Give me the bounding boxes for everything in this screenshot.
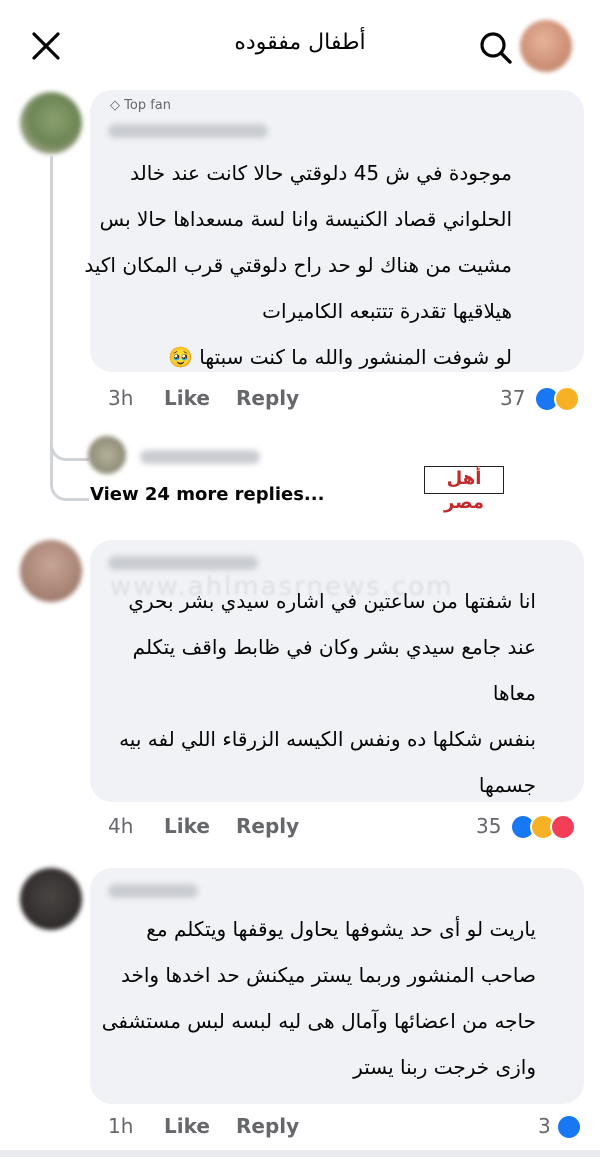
- love-reaction-icon: [550, 814, 576, 840]
- like-button[interactable]: Like: [164, 386, 210, 410]
- comment-time: 1h: [108, 1114, 134, 1138]
- commenter-name[interactable]: [108, 884, 198, 898]
- reaction-count[interactable]: 37: [500, 386, 525, 410]
- like-reaction-icon: [556, 1114, 582, 1140]
- diamond-icon: ◇: [110, 98, 125, 113]
- bottom-divider: [0, 1150, 600, 1157]
- watermark-logo: أهل مصر: [424, 466, 504, 513]
- reply-button[interactable]: Reply: [236, 814, 299, 838]
- comment-time: 4h: [108, 814, 134, 838]
- commenter-name[interactable]: [108, 556, 258, 570]
- reply-preview-name: [140, 450, 260, 464]
- reply-button[interactable]: Reply: [236, 386, 299, 410]
- comment-time: 3h: [108, 386, 134, 410]
- avatar[interactable]: [20, 540, 82, 602]
- thread-line: [50, 156, 53, 456]
- like-button[interactable]: Like: [164, 1114, 210, 1138]
- reply-avatar[interactable]: [88, 436, 126, 474]
- comment-text: انا شفتها من ساعتين في اشاره سيدي بشر بح…: [119, 589, 536, 797]
- avatar[interactable]: [20, 868, 82, 930]
- sad-reaction-icon: [554, 386, 580, 412]
- thread-branch: [50, 456, 89, 501]
- view-more-replies-link[interactable]: View 24 more replies...: [90, 484, 324, 505]
- comment-text: موجودة في ش 45 دلوقتي حالا كانت عند خالد…: [84, 161, 512, 369]
- comment-text: ياريت لو أى حد يشوفها يحاول يوقفها ويتكل…: [101, 917, 536, 1079]
- reply-button[interactable]: Reply: [236, 1114, 299, 1138]
- search-icon[interactable]: [476, 28, 516, 68]
- reaction-count[interactable]: 3: [538, 1114, 551, 1138]
- reaction-count[interactable]: 35: [476, 814, 501, 838]
- top-fan-badge: ◇ Top fan: [110, 98, 171, 113]
- avatar[interactable]: [20, 92, 82, 154]
- profile-avatar[interactable]: [520, 20, 572, 72]
- like-button[interactable]: Like: [164, 814, 210, 838]
- top-bar: أطفال مفقوده: [0, 0, 600, 92]
- commenter-name[interactable]: [108, 124, 268, 138]
